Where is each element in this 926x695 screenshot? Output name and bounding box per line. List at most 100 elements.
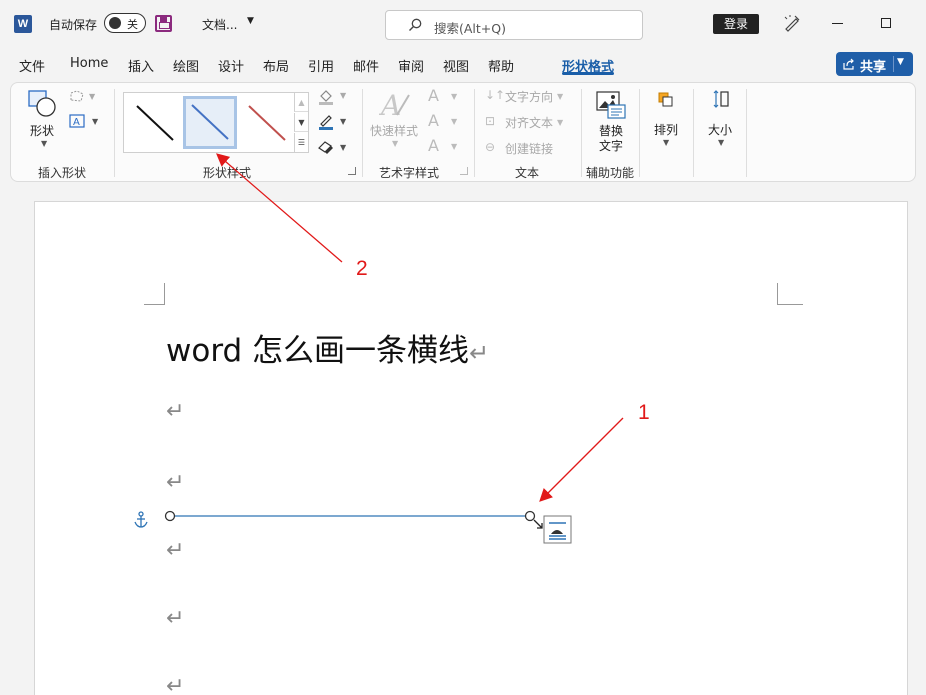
- group-separator: [581, 89, 582, 177]
- shape-style-item-selected[interactable]: [183, 96, 237, 149]
- horizontal-line-shape[interactable]: [160, 506, 550, 530]
- gallery-scroll-down[interactable]: ▼: [294, 113, 308, 132]
- chevron-down-icon[interactable]: ▼: [92, 117, 98, 126]
- share-button[interactable]: 共享 ▼: [836, 52, 913, 76]
- chevron-down-icon[interactable]: ▼: [451, 117, 457, 126]
- line-style-red-icon: [248, 105, 286, 141]
- svg-text:A: A: [379, 89, 401, 121]
- size-icon[interactable]: [711, 89, 731, 109]
- group-separator: [693, 89, 694, 177]
- annotation-label-2: 2: [356, 257, 368, 280]
- svg-text:A: A: [73, 117, 80, 128]
- search-placeholder: 搜索(Alt+Q): [434, 21, 506, 36]
- document-heading-text: word 怎么画一条横线: [166, 333, 470, 369]
- margin-corner-top-right: [777, 283, 803, 305]
- create-link-label[interactable]: 创建链接: [505, 140, 553, 157]
- alt-text-label-line2[interactable]: 文字: [599, 137, 623, 154]
- line-style-blue-icon: [191, 104, 229, 140]
- ribbon: 形状 ▼ ▼ A ▼ 插入形状 ▲ ▼ ☰ ▼ ▼ ▼ 形状样式 A 快速样式 …: [10, 82, 916, 182]
- shape-styles-gallery[interactable]: [123, 92, 309, 153]
- tab-review[interactable]: 审阅: [398, 56, 424, 75]
- document-heading[interactable]: word 怎么画一条横线↵: [166, 325, 489, 370]
- chevron-down-icon[interactable]: ▼: [247, 16, 254, 26]
- tab-home[interactable]: Home: [70, 56, 108, 71]
- pen-icon[interactable]: [782, 13, 802, 33]
- chevron-down-icon[interactable]: ▼: [340, 117, 346, 126]
- shape-styles-group-label: 形状样式: [203, 166, 252, 180]
- edit-shape-icon[interactable]: [69, 89, 85, 103]
- text-effects-icon[interactable]: A: [428, 136, 439, 155]
- shape-effects-icon[interactable]: [317, 138, 335, 154]
- chevron-down-icon[interactable]: ▼: [392, 139, 398, 148]
- chevron-down-icon[interactable]: ▼: [451, 92, 457, 101]
- gallery-scroll-up[interactable]: ▲: [294, 93, 308, 112]
- paragraph-mark: ↵: [166, 538, 185, 563]
- active-tab-indicator: [562, 72, 614, 75]
- tab-mailings[interactable]: 邮件: [353, 56, 379, 75]
- quick-styles-icon[interactable]: A: [379, 89, 413, 121]
- quick-styles-label[interactable]: 快速样式: [370, 122, 418, 139]
- arrange-label[interactable]: 排列: [654, 121, 678, 138]
- chevron-down-icon[interactable]: ▼: [557, 92, 563, 101]
- autosave-toggle[interactable]: 关: [104, 13, 146, 33]
- gallery-more-button[interactable]: ☰: [294, 133, 308, 152]
- text-fill-icon[interactable]: A: [428, 86, 439, 105]
- group-separator: [114, 89, 115, 177]
- tab-layout[interactable]: 布局: [263, 56, 289, 75]
- shape-styles-dialog-launcher[interactable]: [348, 167, 356, 175]
- shape-style-item[interactable]: [239, 96, 293, 149]
- shape-fill-icon[interactable]: [317, 87, 335, 105]
- tab-file[interactable]: 文件: [19, 56, 45, 75]
- chevron-down-icon[interactable]: ▼: [89, 92, 95, 101]
- tab-design[interactable]: 设计: [218, 56, 244, 75]
- align-text-icon: ⊡: [485, 114, 496, 128]
- accessibility-group-label: 辅助功能: [586, 166, 635, 180]
- text-direction-label[interactable]: 文字方向: [505, 88, 553, 105]
- tab-insert[interactable]: 插入: [128, 56, 154, 75]
- wordart-dialog-launcher[interactable]: [460, 167, 468, 175]
- text-outline-icon[interactable]: A: [428, 111, 439, 130]
- login-button[interactable]: 登录: [713, 14, 759, 34]
- insert-shapes-group-label: 插入形状: [38, 166, 87, 180]
- chevron-down-icon[interactable]: ▼: [451, 142, 457, 151]
- shape-outline-icon[interactable]: [317, 112, 335, 130]
- tab-help[interactable]: 帮助: [488, 56, 514, 75]
- size-label[interactable]: 大小: [708, 121, 732, 138]
- align-text-label[interactable]: 对齐文本: [505, 114, 553, 131]
- link-icon: ⊖: [485, 140, 496, 154]
- alt-text-icon[interactable]: [596, 91, 626, 119]
- group-separator: [362, 89, 363, 177]
- layout-options-icon[interactable]: [543, 515, 573, 545]
- shapes-icon[interactable]: [27, 89, 59, 119]
- tab-view[interactable]: 视图: [443, 56, 469, 75]
- autosave-label: 自动保存: [49, 18, 98, 32]
- search-input[interactable]: 搜索(Alt+Q): [385, 10, 643, 40]
- chevron-down-icon[interactable]: ▼: [557, 118, 563, 127]
- arrange-icon[interactable]: [657, 91, 675, 109]
- annotation-label-1: 1: [638, 401, 650, 424]
- save-icon[interactable]: [155, 15, 172, 32]
- paragraph-mark: ↵: [469, 339, 490, 367]
- chevron-down-icon[interactable]: ▼: [340, 143, 346, 152]
- chevron-down-icon[interactable]: ▼: [340, 91, 346, 100]
- chevron-down-icon[interactable]: ▼: [663, 138, 669, 147]
- text-box-icon[interactable]: A: [69, 114, 85, 128]
- group-separator: [474, 89, 475, 177]
- tab-draw[interactable]: 绘图: [173, 56, 199, 75]
- line-style-black-icon: [136, 105, 174, 141]
- shape-style-item[interactable]: [127, 96, 181, 149]
- minimize-button[interactable]: [832, 23, 843, 24]
- chevron-down-icon[interactable]: ▼: [897, 57, 904, 67]
- document-name[interactable]: 文档...: [202, 16, 237, 33]
- share-icon: [843, 58, 854, 70]
- chevron-down-icon[interactable]: ▼: [718, 138, 724, 147]
- tab-references[interactable]: 引用: [308, 56, 334, 75]
- paragraph-mark: ↵: [166, 606, 185, 631]
- wordart-group-label: 艺术字样式: [379, 166, 440, 180]
- autosave-state: 关: [127, 18, 138, 31]
- paragraph-mark: ↵: [166, 470, 185, 495]
- maximize-button[interactable]: [881, 18, 891, 28]
- paragraph-mark: ↵: [166, 399, 185, 424]
- chevron-down-icon[interactable]: ▼: [41, 139, 47, 148]
- shapes-label[interactable]: 形状: [30, 122, 54, 139]
